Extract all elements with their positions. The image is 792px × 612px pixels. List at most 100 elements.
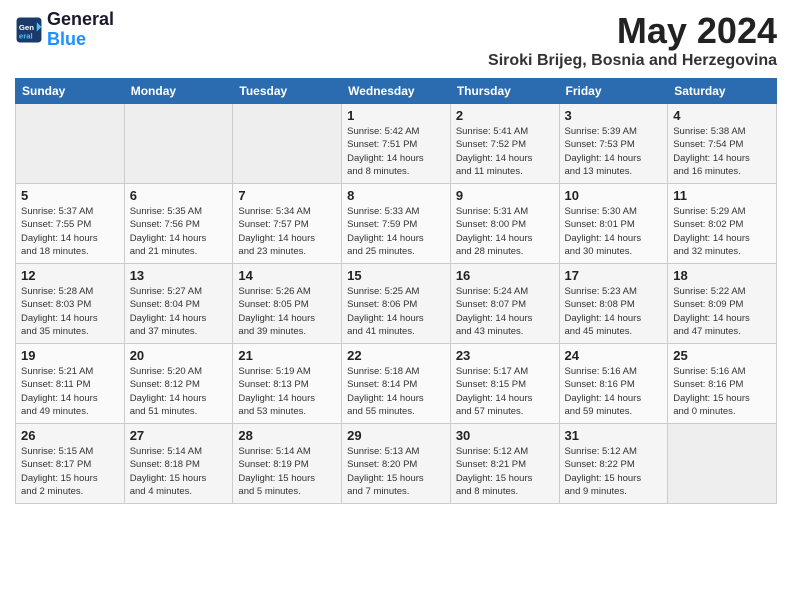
calendar-cell: 12 Sunrise: 5:28 AM Sunset: 8:03 PM Dayli… [16,264,125,344]
day-number: 5 [21,188,119,203]
day-number: 17 [565,268,663,283]
calendar-cell: 10 Sunrise: 5:30 AM Sunset: 8:01 PM Dayli… [559,184,668,264]
day-number: 18 [673,268,771,283]
calendar-cell: 27 Sunrise: 5:14 AM Sunset: 8:18 PM Dayli… [124,424,233,504]
day-number: 24 [565,348,663,363]
calendar-cell: 3 Sunrise: 5:39 AM Sunset: 7:53 PM Daylig… [559,104,668,184]
calendar-cell: 7 Sunrise: 5:34 AM Sunset: 7:57 PM Daylig… [233,184,342,264]
calendar-cell: 2Sunrise: 5:41 AM Sunset: 7:52 PM Daylig… [450,104,559,184]
calendar-week-row: 1 Sunrise: 5:42 AM Sunset: 7:51 PM Daylig… [16,104,777,184]
svg-text:Gen: Gen [19,23,34,32]
calendar-cell [668,424,777,504]
day-info: Sunrise: 5:16 AM Sunset: 8:16 PM Dayligh… [673,365,771,418]
day-info: Sunrise: 5:29 AM Sunset: 8:02 PM Dayligh… [673,205,771,258]
weekday-header-row: SundayMondayTuesdayWednesdayThursdayFrid… [16,79,777,104]
day-number: 1 [347,108,445,123]
day-number: 10 [565,188,663,203]
calendar-cell [16,104,125,184]
calendar-week-row: 12 Sunrise: 5:28 AM Sunset: 8:03 PM Dayli… [16,264,777,344]
calendar-cell: 11 Sunrise: 5:29 AM Sunset: 8:02 PM Dayli… [668,184,777,264]
day-info: Sunrise: 5:24 AM Sunset: 8:07 PM Dayligh… [456,285,554,338]
calendar-cell: 26 Sunrise: 5:15 AM Sunset: 8:17 PM Dayli… [16,424,125,504]
calendar-cell: 30 Sunrise: 5:12 AM Sunset: 8:21 PM Dayli… [450,424,559,504]
weekday-header-monday: Monday [124,79,233,104]
day-info: Sunrise: 5:14 AM Sunset: 8:19 PM Dayligh… [238,445,336,498]
day-info: Sunrise: 5:21 AM Sunset: 8:11 PM Dayligh… [21,365,119,418]
day-number: 31 [565,428,663,443]
day-number: 21 [238,348,336,363]
calendar-week-row: 19 Sunrise: 5:21 AM Sunset: 8:11 PM Dayli… [16,344,777,424]
day-info: Sunrise: 5:27 AM Sunset: 8:04 PM Dayligh… [130,285,228,338]
day-info: Sunrise: 5:15 AM Sunset: 8:17 PM Dayligh… [21,445,119,498]
calendar-cell: 23 Sunrise: 5:17 AM Sunset: 8:15 PM Dayli… [450,344,559,424]
day-number: 13 [130,268,228,283]
calendar-cell: 18Sunrise: 5:22 AM Sunset: 8:09 PM Dayli… [668,264,777,344]
day-number: 2 [456,108,554,123]
day-info: Sunrise: 5:38 AM Sunset: 7:54 PM Dayligh… [673,125,771,178]
calendar-cell: 14 Sunrise: 5:26 AM Sunset: 8:05 PM Dayli… [233,264,342,344]
month-year-title: May 2024 [488,10,777,52]
calendar-cell: 8 Sunrise: 5:33 AM Sunset: 7:59 PM Daylig… [342,184,451,264]
day-number: 26 [21,428,119,443]
day-number: 8 [347,188,445,203]
calendar-cell: 16 Sunrise: 5:24 AM Sunset: 8:07 PM Dayli… [450,264,559,344]
day-number: 11 [673,188,771,203]
day-info: Sunrise: 5:23 AM Sunset: 8:08 PM Dayligh… [565,285,663,338]
day-number: 29 [347,428,445,443]
day-number: 7 [238,188,336,203]
calendar-cell: 21 Sunrise: 5:19 AM Sunset: 8:13 PM Dayli… [233,344,342,424]
day-info: Sunrise: 5:30 AM Sunset: 8:01 PM Dayligh… [565,205,663,258]
logo: Gen eral GeneralBlue [15,10,114,50]
day-number: 12 [21,268,119,283]
page-header: Gen eral GeneralBlue May 2024 Siroki Bri… [15,10,777,70]
calendar-week-row: 5 Sunrise: 5:37 AM Sunset: 7:55 PM Daylig… [16,184,777,264]
day-number: 23 [456,348,554,363]
calendar-cell: 25Sunrise: 5:16 AM Sunset: 8:16 PM Dayli… [668,344,777,424]
weekday-header-saturday: Saturday [668,79,777,104]
day-info: Sunrise: 5:33 AM Sunset: 7:59 PM Dayligh… [347,205,445,258]
day-info: Sunrise: 5:18 AM Sunset: 8:14 PM Dayligh… [347,365,445,418]
day-number: 19 [21,348,119,363]
weekday-header-tuesday: Tuesday [233,79,342,104]
day-info: Sunrise: 5:26 AM Sunset: 8:05 PM Dayligh… [238,285,336,338]
day-number: 16 [456,268,554,283]
day-info: Sunrise: 5:14 AM Sunset: 8:18 PM Dayligh… [130,445,228,498]
calendar-cell: 17 Sunrise: 5:23 AM Sunset: 8:08 PM Dayli… [559,264,668,344]
day-info: Sunrise: 5:25 AM Sunset: 8:06 PM Dayligh… [347,285,445,338]
day-info: Sunrise: 5:31 AM Sunset: 8:00 PM Dayligh… [456,205,554,258]
day-number: 22 [347,348,445,363]
day-info: Sunrise: 5:39 AM Sunset: 7:53 PM Dayligh… [565,125,663,178]
day-info: Sunrise: 5:17 AM Sunset: 8:15 PM Dayligh… [456,365,554,418]
day-number: 14 [238,268,336,283]
calendar-cell: 20 Sunrise: 5:20 AM Sunset: 8:12 PM Dayli… [124,344,233,424]
weekday-header-wednesday: Wednesday [342,79,451,104]
day-info: Sunrise: 5:28 AM Sunset: 8:03 PM Dayligh… [21,285,119,338]
day-number: 27 [130,428,228,443]
day-info: Sunrise: 5:35 AM Sunset: 7:56 PM Dayligh… [130,205,228,258]
calendar-table: SundayMondayTuesdayWednesdayThursdayFrid… [15,78,777,504]
calendar-cell: 24Sunrise: 5:16 AM Sunset: 8:16 PM Dayli… [559,344,668,424]
day-info: Sunrise: 5:19 AM Sunset: 8:13 PM Dayligh… [238,365,336,418]
calendar-cell: 13 Sunrise: 5:27 AM Sunset: 8:04 PM Dayli… [124,264,233,344]
calendar-cell: 28 Sunrise: 5:14 AM Sunset: 8:19 PM Dayli… [233,424,342,504]
day-number: 20 [130,348,228,363]
day-info: Sunrise: 5:37 AM Sunset: 7:55 PM Dayligh… [21,205,119,258]
day-number: 28 [238,428,336,443]
calendar-cell: 9 Sunrise: 5:31 AM Sunset: 8:00 PM Daylig… [450,184,559,264]
calendar-cell: 31Sunrise: 5:12 AM Sunset: 8:22 PM Dayli… [559,424,668,504]
calendar-cell: 15Sunrise: 5:25 AM Sunset: 8:06 PM Dayli… [342,264,451,344]
calendar-cell [233,104,342,184]
weekday-header-friday: Friday [559,79,668,104]
day-info: Sunrise: 5:34 AM Sunset: 7:57 PM Dayligh… [238,205,336,258]
day-info: Sunrise: 5:12 AM Sunset: 8:21 PM Dayligh… [456,445,554,498]
title-block: May 2024 Siroki Brijeg, Bosnia and Herze… [488,10,777,70]
day-number: 30 [456,428,554,443]
day-number: 9 [456,188,554,203]
day-info: Sunrise: 5:20 AM Sunset: 8:12 PM Dayligh… [130,365,228,418]
day-number: 6 [130,188,228,203]
day-number: 3 [565,108,663,123]
calendar-cell: 6 Sunrise: 5:35 AM Sunset: 7:56 PM Daylig… [124,184,233,264]
logo-icon: Gen eral [15,16,43,44]
day-info: Sunrise: 5:42 AM Sunset: 7:51 PM Dayligh… [347,125,445,178]
calendar-cell: 5 Sunrise: 5:37 AM Sunset: 7:55 PM Daylig… [16,184,125,264]
